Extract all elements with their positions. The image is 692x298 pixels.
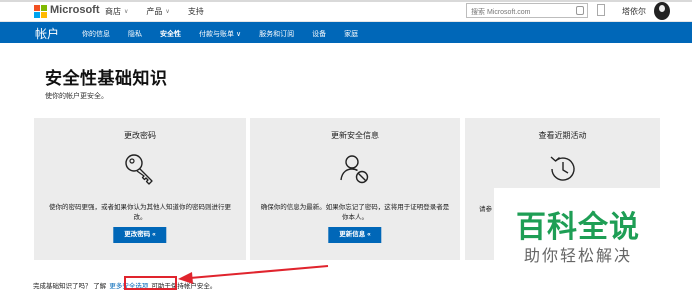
card-description-fragment: 请参 xyxy=(479,206,492,213)
top-nav: 商店 ∨ 产品 ∨ 支持 xyxy=(105,6,204,17)
user-block-icon xyxy=(338,152,372,191)
logo-square-green xyxy=(41,5,47,11)
update-info-button[interactable]: 更新信息 « xyxy=(328,227,382,243)
account-nav: 帐户 你的信息 隐私 安全性 付款与账单 ∨ 服务和订阅 设备 家庭 xyxy=(0,22,692,43)
watermark-subtitle: 助你轻松解决 xyxy=(524,248,633,265)
account-tabs: 你的信息 隐私 安全性 付款与账单 ∨ 服务和订阅 设备 家庭 xyxy=(82,29,376,39)
top-divider xyxy=(0,0,692,2)
card-change-password: 更改密码 使你的密码更强，或者如果你认为其他人知道你的密码则进行更改。 更改密码… xyxy=(34,118,246,260)
card-title: 查看近期活动 xyxy=(538,131,587,140)
nav-support[interactable]: 支持 xyxy=(188,6,204,17)
footer-note-before: 完成基础知识了吗？ 了解 xyxy=(33,283,107,290)
microsoft-logo-icon[interactable] xyxy=(34,5,47,18)
user-name[interactable]: 塔依尔 xyxy=(622,6,646,17)
key-icon xyxy=(123,152,157,191)
nav-store[interactable]: 商店 ∨ xyxy=(105,6,128,17)
annotation-arrow-icon xyxy=(178,265,329,284)
chevron-down-icon: ∨ xyxy=(124,9,129,15)
watermark: 百科全说 助你轻松解决 xyxy=(494,188,667,268)
search-icon[interactable] xyxy=(576,6,584,15)
search-placeholder: 搜索 Microsoft.com xyxy=(471,9,531,16)
tab-your-info[interactable]: 你的信息 xyxy=(82,29,110,39)
page-title: 安全性基础知识 xyxy=(45,69,168,88)
search-input[interactable]: 搜索 Microsoft.com xyxy=(466,3,588,18)
watermark-title: 百科全说 xyxy=(516,211,640,244)
card-title: 更改密码 xyxy=(124,131,156,140)
page-subtitle: 使你的帐户更安全。 xyxy=(45,93,108,100)
tab-services-subscriptions[interactable]: 服务和订阅 xyxy=(259,29,294,39)
logo-square-yellow xyxy=(41,12,47,18)
avatar[interactable] xyxy=(654,2,670,20)
nav-products[interactable]: 产品 ∨ xyxy=(146,6,169,17)
card-description: 使你的密码更强，或者如果你认为其他人知道你的密码则进行更改。 xyxy=(49,204,231,221)
history-icon xyxy=(546,152,580,191)
account-title[interactable]: 帐户 xyxy=(35,25,59,42)
tab-family[interactable]: 家庭 xyxy=(344,29,358,39)
card-title: 更新安全信息 xyxy=(331,131,379,140)
card-update-security-info: 更新安全信息 确保你的信息为最新。如果你忘记了密码，这将用于证明登录者是你本人。… xyxy=(250,118,460,260)
tab-devices[interactable]: 设备 xyxy=(312,29,326,39)
nav-support-label: 支持 xyxy=(187,7,204,16)
top-bar: Microsoft 商店 ∨ 产品 ∨ 支持 搜索 Microsoft.com … xyxy=(0,0,692,22)
tab-security[interactable]: 安全性 xyxy=(160,29,181,39)
change-password-button[interactable]: 更改密码 « xyxy=(113,227,167,243)
nav-products-label: 产品 xyxy=(146,7,163,16)
chevron-down-icon: ∨ xyxy=(165,9,170,15)
card-description: 确保你的信息为最新。如果你忘记了密码，这将用于证明登录者是你本人。 xyxy=(260,204,450,221)
logo-square-blue xyxy=(34,12,40,18)
cart-icon[interactable] xyxy=(597,4,605,16)
tab-privacy[interactable]: 隐私 xyxy=(128,29,142,39)
brand-name[interactable]: Microsoft xyxy=(50,4,100,16)
logo-square-red xyxy=(34,5,40,11)
nav-store-label: 商店 xyxy=(105,7,121,16)
tab-payment-billing[interactable]: 付款与账单 ∨ xyxy=(199,29,241,39)
